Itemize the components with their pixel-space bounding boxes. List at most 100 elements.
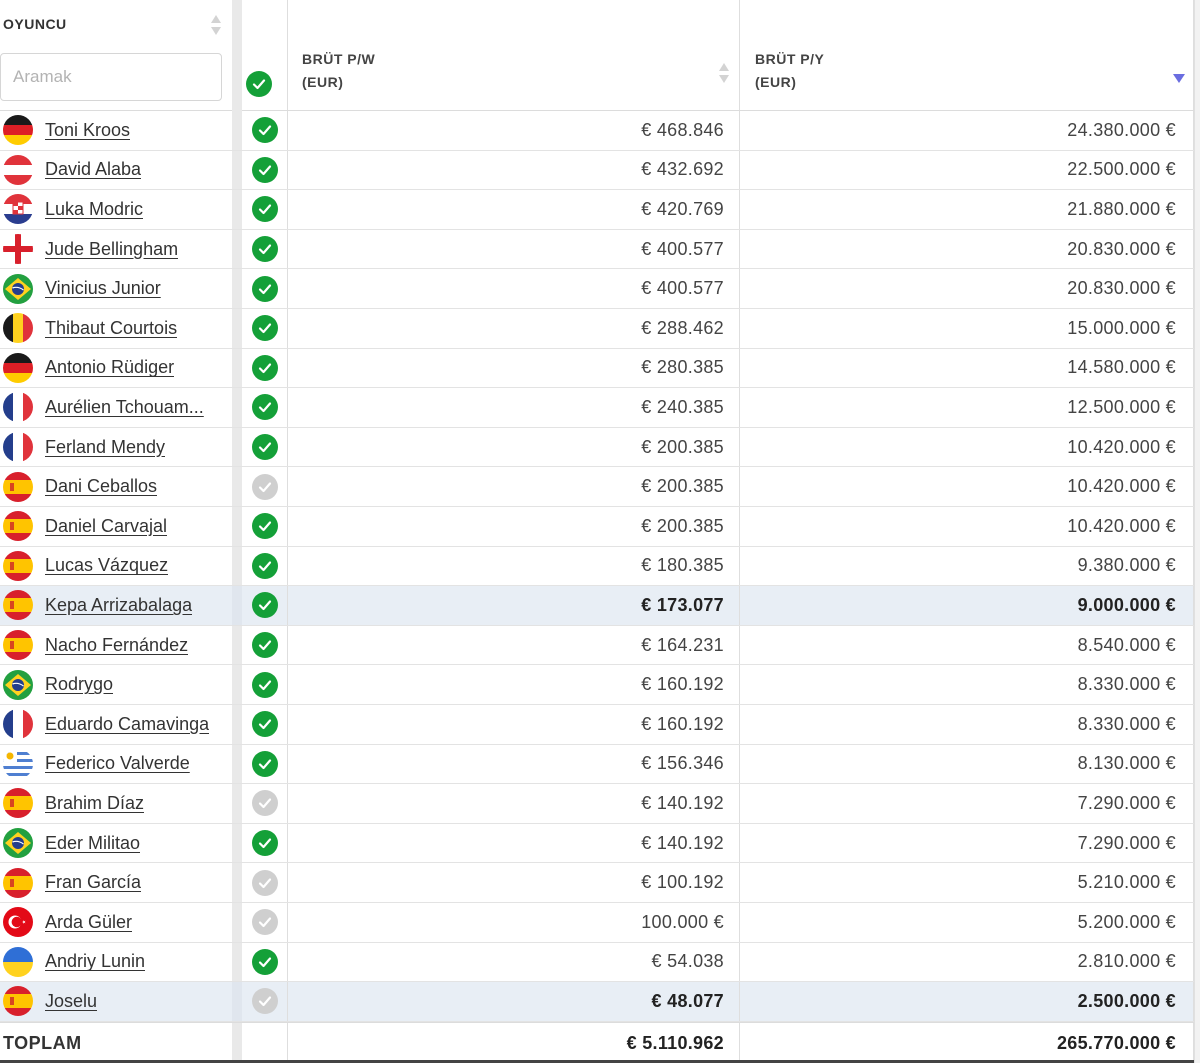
unconfirmed-check-icon[interactable] — [252, 473, 278, 500]
player-name-link[interactable]: Federico Valverde — [45, 753, 190, 774]
confirmed-check-icon[interactable] — [252, 315, 278, 342]
table-row[interactable]: Thibaut Courtois € 288.462 15.000.000 € — [0, 309, 1200, 349]
gross-yearly-header[interactable]: BRÜT P/Y (EUR) — [755, 48, 824, 94]
gross-weekly-cell: € 200.385 — [288, 467, 740, 506]
select-all-check-icon[interactable] — [246, 71, 272, 97]
confirmed-check-icon[interactable] — [252, 750, 278, 777]
column-divider — [232, 0, 242, 111]
player-name-link[interactable]: David Alaba — [45, 159, 141, 180]
gross-yearly-cell: 7.290.000 € — [740, 784, 1194, 823]
table-row[interactable]: Daniel Carvajal € 200.385 10.420.000 € — [0, 507, 1200, 547]
player-name-link[interactable]: Andriy Lunin — [45, 951, 145, 972]
player-name-link[interactable]: Jude Bellingham — [45, 239, 178, 260]
column-separator — [287, 427, 288, 467]
player-sort-icon[interactable] — [210, 14, 222, 36]
table-row[interactable]: Arda Güler 100.000 € 5.200.000 € — [0, 903, 1200, 943]
column-separator — [287, 1023, 288, 1063]
unconfirmed-check-icon[interactable] — [252, 988, 278, 1015]
unconfirmed-check-icon[interactable] — [252, 909, 278, 936]
player-name-link[interactable]: Luka Modric — [45, 199, 143, 220]
confirmed-check-icon[interactable] — [252, 196, 278, 223]
table-row[interactable]: Dani Ceballos € 200.385 10.420.000 € — [0, 467, 1200, 507]
table-row[interactable]: Federico Valverde € 156.346 8.130.000 € — [0, 744, 1200, 785]
gross-weekly-value: € 400.577 — [641, 238, 724, 259]
confirmed-check-icon[interactable] — [252, 117, 278, 144]
total-label: TOPLAM — [3, 1032, 82, 1053]
player-name-link[interactable]: Aurélien Tchouam... — [45, 397, 204, 418]
player-name-link[interactable]: Eder Militao — [45, 833, 140, 854]
confirmed-check-icon[interactable] — [252, 552, 278, 579]
player-name-link[interactable]: Rodrygo — [45, 674, 113, 695]
table-row[interactable]: Vinicius Junior € 400.577 20.830.000 € — [0, 269, 1200, 309]
confirmed-check-icon[interactable] — [252, 711, 278, 738]
player-name-link[interactable]: Dani Ceballos — [45, 476, 157, 497]
unconfirmed-check-icon[interactable] — [252, 790, 278, 817]
brazil-flag-icon — [3, 273, 33, 304]
confirmed-check-icon[interactable] — [252, 632, 278, 659]
player-name-link[interactable]: Antonio Rüdiger — [45, 357, 174, 378]
gross-yearly-cell: 14.580.000 € — [740, 349, 1194, 388]
player-name-link[interactable]: Nacho Fernández — [45, 635, 188, 656]
player-name-link[interactable]: Ferland Mendy — [45, 437, 165, 458]
table-row[interactable]: Joselu € 48.077 2.500.000 € — [0, 982, 1200, 1022]
status-cell — [242, 151, 288, 190]
confirmed-check-icon[interactable] — [252, 671, 278, 698]
table-row[interactable]: Ferland Mendy € 200.385 10.420.000 € — [0, 427, 1200, 468]
confirmed-check-icon[interactable] — [252, 394, 278, 421]
column-separator — [739, 111, 740, 150]
player-name-link[interactable]: Toni Kroos — [45, 120, 130, 141]
gross-weekly-header[interactable]: BRÜT P/W (EUR) — [302, 48, 375, 94]
player-name-link[interactable]: Joselu — [45, 991, 97, 1012]
column-separator — [287, 823, 288, 863]
player-name-link[interactable]: Lucas Vázquez — [45, 555, 168, 576]
scrollbar-track[interactable] — [1194, 0, 1200, 1063]
confirmed-check-icon[interactable] — [252, 513, 278, 540]
unconfirmed-check-icon[interactable] — [252, 869, 278, 896]
table-row[interactable]: David Alaba € 432.692 22.500.000 € — [0, 150, 1200, 191]
confirmed-check-icon[interactable] — [252, 592, 278, 619]
confirmed-check-icon[interactable] — [252, 354, 278, 381]
gross-yearly-cell: 20.830.000 € — [740, 230, 1194, 269]
confirmed-check-icon[interactable] — [252, 948, 278, 975]
gross-weekly-sort-icon[interactable] — [718, 62, 730, 84]
column-separator — [287, 942, 288, 982]
table-row[interactable]: Eder Militao € 140.192 7.290.000 € — [0, 823, 1200, 864]
player-name-link[interactable]: Eduardo Camavinga — [45, 714, 209, 735]
table-row[interactable]: Luka Modric € 420.769 21.880.000 € — [0, 190, 1200, 230]
column-separator — [739, 903, 740, 942]
confirmed-check-icon[interactable] — [252, 236, 278, 263]
table-row[interactable]: Jude Bellingham € 400.577 20.830.000 € — [0, 229, 1200, 270]
player-name-link[interactable]: Kepa Arrizabalaga — [45, 595, 192, 616]
table-row[interactable]: Andriy Lunin € 54.038 2.810.000 € — [0, 942, 1200, 983]
status-cell — [242, 824, 288, 863]
player-name-link[interactable]: Fran García — [45, 872, 141, 893]
confirmed-check-icon[interactable] — [252, 434, 278, 461]
confirmed-check-icon[interactable] — [252, 156, 278, 183]
table-row[interactable]: Kepa Arrizabalaga € 173.077 9.000.000 € — [0, 586, 1200, 626]
table-row[interactable]: Brahim Díaz € 140.192 7.290.000 € — [0, 784, 1200, 824]
gross-yearly-value: 10.420.000 € — [1067, 476, 1176, 497]
player-cell: Eder Militao — [0, 824, 232, 863]
table-row[interactable]: Nacho Fernández € 164.231 8.540.000 € — [0, 625, 1200, 666]
table-row[interactable]: Rodrygo € 160.192 8.330.000 € — [0, 665, 1200, 705]
player-name-link[interactable]: Daniel Carvajal — [45, 516, 167, 537]
column-divider — [232, 705, 242, 744]
table-row[interactable]: Eduardo Camavinga € 160.192 8.330.000 € — [0, 705, 1200, 745]
table-row[interactable]: Fran García € 100.192 5.210.000 € — [0, 863, 1200, 903]
player-name-link[interactable]: Vinicius Junior — [45, 278, 161, 299]
player-name-link[interactable]: Brahim Díaz — [45, 793, 144, 814]
player-name-link[interactable]: Thibaut Courtois — [45, 318, 177, 339]
table-row[interactable]: Antonio Rüdiger € 280.385 14.580.000 € — [0, 348, 1200, 389]
player-name-link[interactable]: Arda Güler — [45, 912, 132, 933]
player-cell: Vinicius Junior — [0, 269, 232, 308]
confirmed-check-icon[interactable] — [252, 830, 278, 857]
table-row[interactable]: Aurélien Tchouam... € 240.385 12.500.000 € — [0, 388, 1200, 428]
gross-weekly-cell: € 432.692 — [288, 151, 740, 190]
player-column-header[interactable]: OYUNCU — [3, 16, 67, 32]
gross-weekly-cell: € 468.846 — [288, 111, 740, 150]
gross-yearly-sort-desc-icon[interactable] — [1173, 74, 1185, 83]
search-input[interactable] — [0, 53, 222, 101]
table-row[interactable]: Lucas Vázquez € 180.385 9.380.000 € — [0, 546, 1200, 587]
confirmed-check-icon[interactable] — [252, 275, 278, 302]
table-row[interactable]: Toni Kroos € 468.846 24.380.000 € — [0, 111, 1200, 151]
